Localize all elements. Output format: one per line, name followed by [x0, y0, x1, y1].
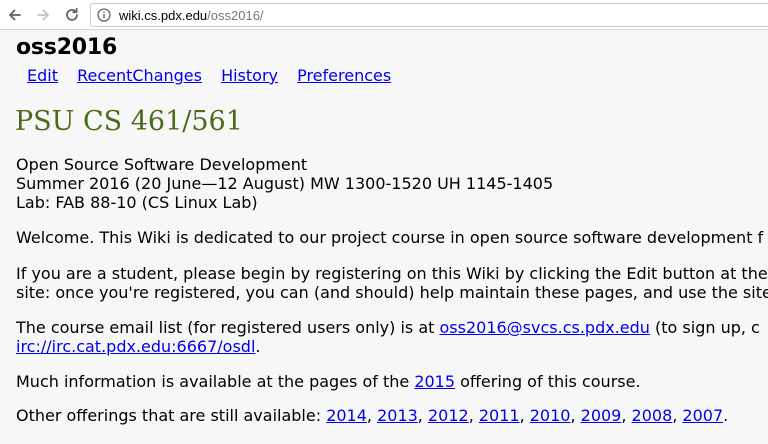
url-text[interactable]: wiki.cs.pdx.edu/oss2016/ — [119, 8, 264, 23]
other-offerings-prefix: Other offerings that are still available… — [16, 406, 327, 425]
forward-button[interactable] — [33, 5, 53, 25]
welcome-paragraph: Welcome. This Wiki is dedicated to our p… — [16, 228, 764, 247]
url-path: /oss2016/ — [207, 7, 264, 23]
student-line: site: once you're registered, you can (a… — [16, 283, 768, 302]
course-info: Open Source Software Development Summer … — [16, 155, 553, 212]
irc-suffix: . — [255, 337, 261, 356]
offering-2015-link[interactable]: 2015 — [414, 372, 455, 391]
browser-toolbar: wiki.cs.pdx.edu/oss2016/ — [0, 0, 768, 30]
offering-link[interactable]: 2008 — [632, 406, 673, 425]
other-offerings-suffix: . — [723, 406, 729, 425]
email-suffix: (to sign up, c — [649, 318, 760, 337]
offering-link[interactable]: 2011 — [479, 406, 520, 425]
info-prefix: Much information is available at the pag… — [16, 372, 415, 391]
info-circle-icon[interactable] — [97, 8, 111, 22]
url-host: wiki.cs.pdx.edu — [119, 7, 208, 23]
wiki-action-tabs: Edit RecentChanges History Preferences — [27, 66, 405, 85]
student-paragraph: If you are a student, please begin by re… — [16, 264, 768, 302]
email-link[interactable]: oss2016@svcs.cs.pdx.edu — [440, 318, 650, 337]
offering-link[interactable]: 2009 — [581, 406, 622, 425]
info-suffix: offering of this course. — [455, 372, 641, 391]
offering-link[interactable]: 2014 — [326, 406, 367, 425]
offering-link[interactable]: 2012 — [428, 406, 469, 425]
course-info-line: Summer 2016 (20 June—12 August) MW 1300-… — [16, 174, 554, 193]
course-info-line: Lab: FAB 88-10 (CS Linux Lab) — [16, 193, 258, 212]
irc-link[interactable]: irc://irc.cat.pdx.edu:6667/osdl — [16, 337, 255, 356]
reload-button[interactable] — [62, 5, 82, 25]
arrow-right-icon — [37, 9, 49, 21]
wiki-name: oss2016 — [16, 35, 118, 60]
offering-link[interactable]: 2013 — [377, 406, 418, 425]
back-button[interactable] — [5, 5, 25, 25]
offering-link[interactable]: 2010 — [530, 406, 571, 425]
student-line: If you are a student, please begin by re… — [16, 264, 768, 283]
tab-preferences[interactable]: Preferences — [297, 66, 391, 85]
other-offerings-paragraph: Other offerings that are still available… — [16, 406, 729, 425]
email-prefix: The course email list (for registered us… — [16, 318, 440, 337]
info-paragraph: Much information is available at the pag… — [16, 372, 641, 391]
address-bar[interactable]: wiki.cs.pdx.edu/oss2016/ — [90, 3, 768, 27]
tab-recent-changes[interactable]: RecentChanges — [77, 66, 202, 85]
reload-icon — [66, 7, 78, 21]
page-title: PSU CS 461/561 — [15, 106, 243, 137]
email-paragraph: The course email list (for registered us… — [16, 318, 760, 356]
tab-edit[interactable]: Edit — [27, 66, 58, 85]
course-info-line: Open Source Software Development — [16, 155, 308, 174]
tab-history[interactable]: History — [221, 66, 278, 85]
arrow-left-icon — [9, 9, 21, 21]
offering-link[interactable]: 2007 — [682, 406, 723, 425]
